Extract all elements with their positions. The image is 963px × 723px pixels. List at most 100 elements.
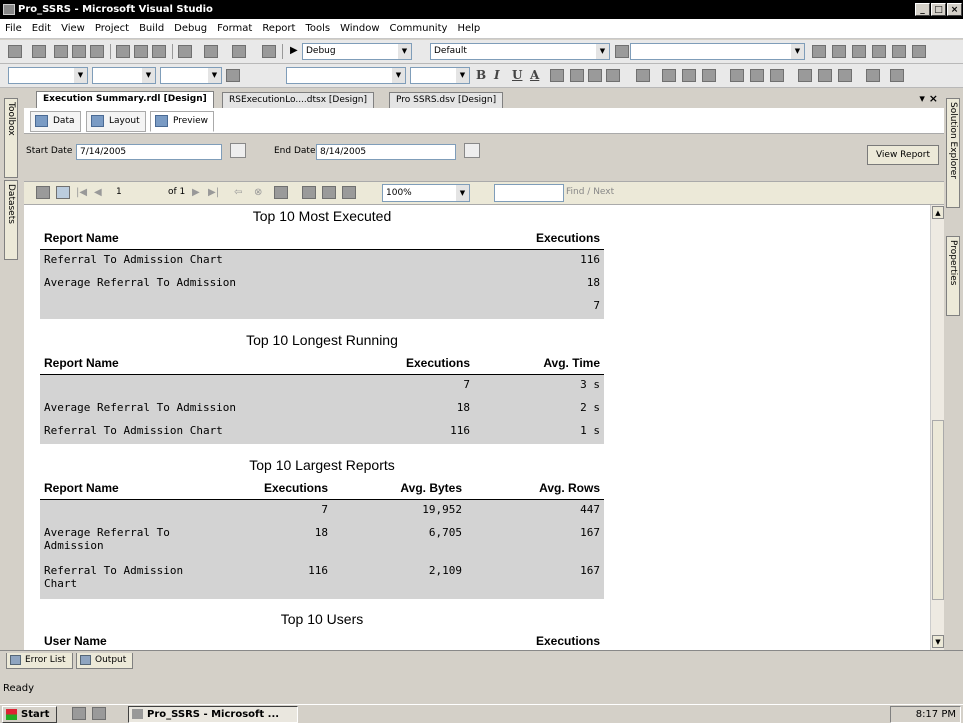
make-same-size-icon[interactable]: [838, 69, 852, 82]
previous-page-icon[interactable]: ◀: [94, 187, 102, 198]
vertical-spacing-icon[interactable]: [890, 69, 904, 82]
layout-grid-icon[interactable]: [636, 69, 650, 82]
object-browser-icon[interactable]: [852, 45, 866, 58]
maximize-button[interactable]: □: [931, 3, 946, 16]
last-page-icon[interactable]: ▶|: [208, 187, 219, 198]
properties-window-icon[interactable]: [832, 45, 846, 58]
scroll-thumb[interactable]: [932, 420, 944, 600]
solution-configuration-select[interactable]: Debug ▼: [302, 43, 412, 60]
align-lefts-icon[interactable]: [662, 69, 676, 82]
toolbox-tab[interactable]: Toolbox: [4, 98, 18, 178]
menu-report[interactable]: Report: [257, 19, 300, 39]
font-size-select[interactable]: ▼: [160, 67, 222, 84]
menu-tools[interactable]: Tools: [300, 19, 335, 39]
align-centers-icon[interactable]: [682, 69, 696, 82]
background-color-icon[interactable]: [550, 69, 564, 82]
save-all-icon[interactable]: [90, 45, 104, 58]
tab-layout[interactable]: Layout: [86, 111, 146, 132]
cut-icon[interactable]: [116, 45, 130, 58]
font-select[interactable]: ▼: [92, 67, 156, 84]
menu-view[interactable]: View: [56, 19, 90, 39]
start-page-icon[interactable]: [892, 45, 906, 58]
menu-community[interactable]: Community: [385, 19, 453, 39]
datasets-tab[interactable]: Datasets: [4, 180, 18, 260]
menu-edit[interactable]: Edit: [27, 19, 56, 39]
zoom-select[interactable]: 100% ▼: [382, 184, 470, 202]
refresh-icon[interactable]: [274, 186, 288, 199]
minimize-button[interactable]: _: [915, 3, 930, 16]
solution-explorer-tab[interactable]: Solution Explorer: [946, 98, 960, 208]
open-file-icon[interactable]: [54, 45, 68, 58]
align-rights-icon[interactable]: [702, 69, 716, 82]
underline-button[interactable]: U: [512, 68, 522, 82]
start-date-input[interactable]: 7/14/2005: [76, 144, 222, 160]
export-icon[interactable]: [342, 186, 356, 199]
solution-explorer-icon[interactable]: [812, 45, 826, 58]
menu-build[interactable]: Build: [134, 19, 169, 39]
make-same-height-icon[interactable]: [818, 69, 832, 82]
save-icon[interactable]: [72, 45, 86, 58]
navigate-forward-icon[interactable]: [262, 45, 276, 58]
make-same-width-icon[interactable]: [798, 69, 812, 82]
taskbar-item-visual-studio[interactable]: Pro_SSRS - Microsoft ...: [128, 706, 298, 723]
print-layout-icon[interactable]: [322, 186, 336, 199]
toolbox-icon[interactable]: [872, 45, 886, 58]
bold-button[interactable]: B: [476, 68, 486, 82]
first-page-icon[interactable]: |◀: [76, 187, 87, 198]
align-tops-icon[interactable]: [730, 69, 744, 82]
paragraph-style-select[interactable]: ▼: [286, 67, 406, 84]
add-item-icon[interactable]: [32, 45, 46, 58]
italic-button[interactable]: I: [494, 68, 500, 82]
internet-explorer-icon[interactable]: [92, 707, 106, 720]
border-style-icon[interactable]: [226, 69, 240, 82]
solution-platform-select[interactable]: Default ▼: [430, 43, 610, 60]
tab-pro-ssrs-dsv[interactable]: Pro SSRS.dsv [Design]: [389, 92, 504, 108]
menu-window[interactable]: Window: [335, 19, 384, 39]
menu-format[interactable]: Format: [212, 19, 257, 39]
find-next-link[interactable]: Find / Next: [566, 187, 614, 197]
scroll-down-icon[interactable]: ▼: [932, 635, 944, 648]
navigate-backward-icon[interactable]: [232, 45, 246, 58]
menu-project[interactable]: Project: [90, 19, 134, 39]
undo-icon[interactable]: [178, 45, 192, 58]
view-report-button[interactable]: View Report: [867, 145, 939, 165]
style-select[interactable]: ▼: [8, 67, 88, 84]
align-center-icon[interactable]: [588, 69, 602, 82]
tab-data[interactable]: Data: [30, 111, 81, 132]
copy-icon[interactable]: [134, 45, 148, 58]
find-text-input[interactable]: [494, 184, 564, 202]
stop-icon[interactable]: ⊗: [254, 187, 262, 198]
show-desktop-icon[interactable]: [72, 707, 86, 720]
report-vertical-scrollbar[interactable]: ▲ ▼: [930, 205, 944, 650]
start-debugging-icon[interactable]: ▶: [290, 45, 298, 56]
other-windows-icon[interactable]: [912, 45, 926, 58]
tab-error-list[interactable]: Error List: [6, 653, 73, 669]
tab-execution-summary[interactable]: Execution Summary.rdl [Design]: [36, 91, 214, 108]
start-button[interactable]: Start: [2, 706, 57, 723]
close-document-button[interactable]: ▾ ×: [919, 92, 938, 105]
align-right-icon[interactable]: [606, 69, 620, 82]
end-date-calendar-icon[interactable]: [464, 143, 480, 158]
new-project-icon[interactable]: [8, 45, 22, 58]
close-button[interactable]: ×: [947, 3, 962, 16]
horizontal-spacing-icon[interactable]: [866, 69, 880, 82]
properties-tab[interactable]: Properties: [946, 236, 960, 316]
align-middles-icon[interactable]: [750, 69, 764, 82]
scroll-up-icon[interactable]: ▲: [932, 206, 944, 219]
window-title-bar[interactable]: Pro_SSRS - Microsoft Visual Studio _ □ ×: [0, 0, 963, 19]
back-icon[interactable]: ⇦: [234, 187, 242, 198]
start-date-calendar-icon[interactable]: [230, 143, 246, 158]
tab-output[interactable]: Output: [76, 653, 134, 669]
end-date-input[interactable]: 8/14/2005: [316, 144, 456, 160]
current-page-input[interactable]: 1: [116, 187, 122, 197]
print-icon[interactable]: [302, 186, 316, 199]
align-bottoms-icon[interactable]: [770, 69, 784, 82]
tab-rsexecution-dtsx[interactable]: RSExecutionLo....dtsx [Design]: [222, 92, 374, 108]
menu-help[interactable]: Help: [452, 19, 485, 39]
find-in-files-icon[interactable]: [615, 45, 629, 58]
parameters-toggle-icon[interactable]: [56, 186, 70, 199]
redo-icon[interactable]: [204, 45, 218, 58]
paste-icon[interactable]: [152, 45, 166, 58]
document-map-icon[interactable]: [36, 186, 50, 199]
menu-file[interactable]: File: [0, 19, 27, 39]
